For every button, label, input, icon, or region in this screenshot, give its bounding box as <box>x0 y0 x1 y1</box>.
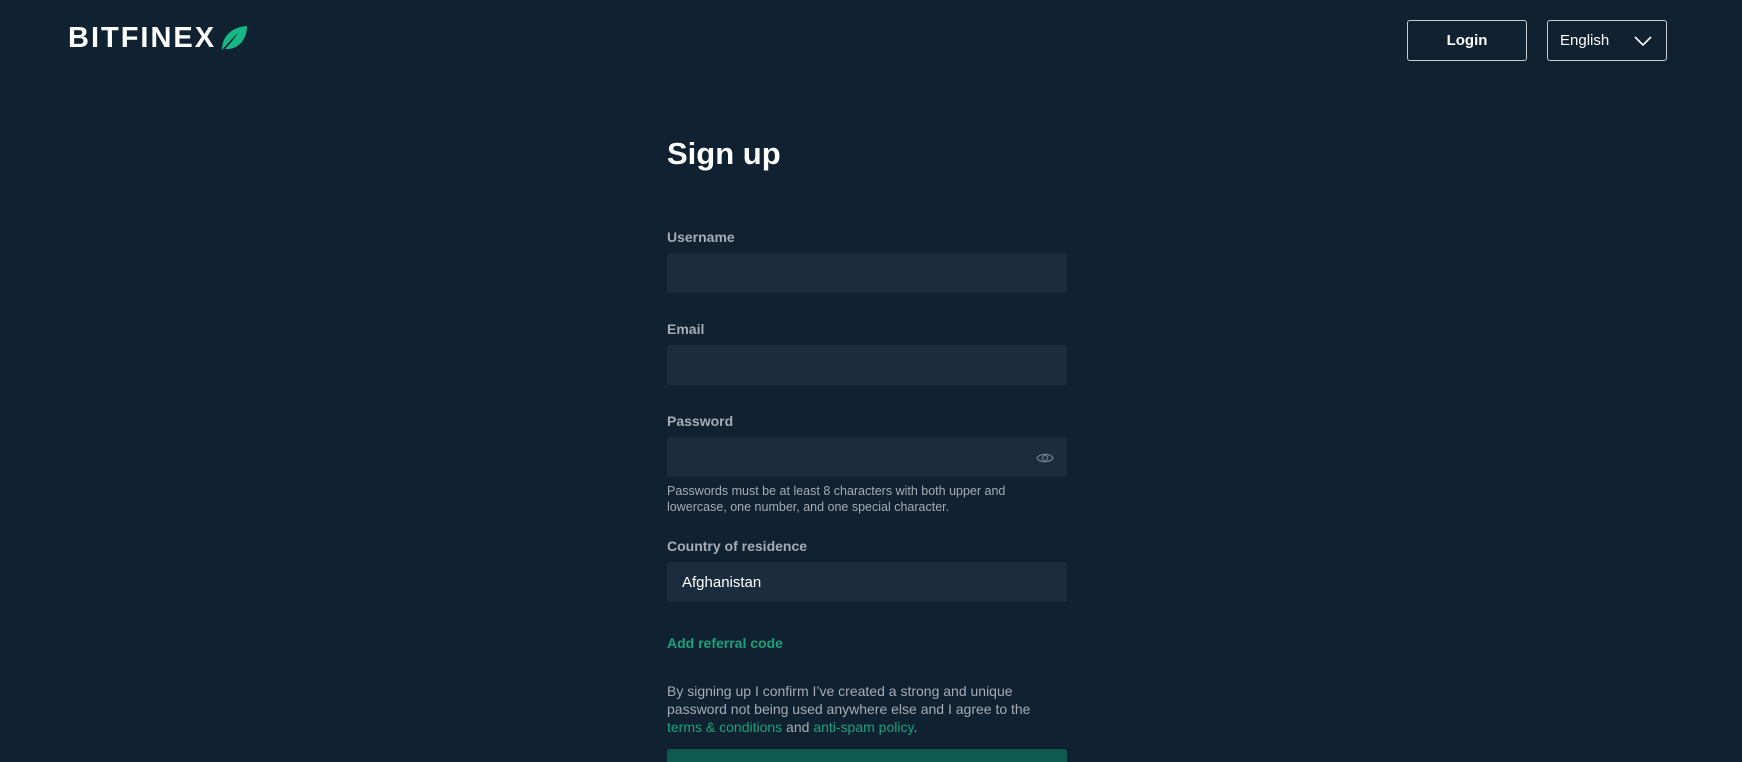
legal-suffix: . <box>913 719 918 735</box>
legal-and: and <box>782 719 814 735</box>
password-hint: Passwords must be at least 8 characters … <box>667 484 1006 514</box>
username-field[interactable] <box>667 253 1067 293</box>
country-label: Country of residence <box>667 538 808 554</box>
email-label: Email <box>667 321 705 337</box>
username-label: Username <box>667 229 735 245</box>
leaf-icon <box>222 26 248 50</box>
signup-button[interactable]: Sign up <box>667 749 1067 762</box>
language-select[interactable]: English <box>1547 20 1667 61</box>
email-input[interactable] <box>682 356 1052 374</box>
signup-form: Sign up Username Email Password Password… <box>667 136 1067 762</box>
country-select[interactable]: Afghanistan <box>667 562 1067 602</box>
terms-link[interactable]: terms & conditions <box>667 719 782 735</box>
country-value: Afghanistan <box>682 573 762 591</box>
legal-notice: By signing up I confirm I’ve created a s… <box>667 682 1067 736</box>
password-label: Password <box>667 413 734 429</box>
bitfinex-logo[interactable]: BITFINEX <box>68 22 249 54</box>
add-referral-code-link[interactable]: Add referral code <box>667 635 1067 651</box>
login-button[interactable]: Login <box>1407 20 1527 61</box>
antispam-link[interactable]: anti-spam policy <box>813 719 913 735</box>
legal-prefix: By signing up I confirm I’ve created a s… <box>667 683 1031 717</box>
signup-page: BITFINEX Login English Sign up Username … <box>0 0 1742 762</box>
password-input[interactable] <box>682 448 1052 466</box>
email-field[interactable] <box>667 345 1067 385</box>
password-field[interactable] <box>667 437 1067 477</box>
logo-text: BITFINEX <box>68 21 217 54</box>
page-title: Sign up <box>667 136 781 171</box>
eye-icon[interactable] <box>1036 450 1054 466</box>
username-input[interactable] <box>682 264 1052 282</box>
language-label: English <box>1560 32 1610 49</box>
chevron-down-icon <box>1634 35 1652 46</box>
